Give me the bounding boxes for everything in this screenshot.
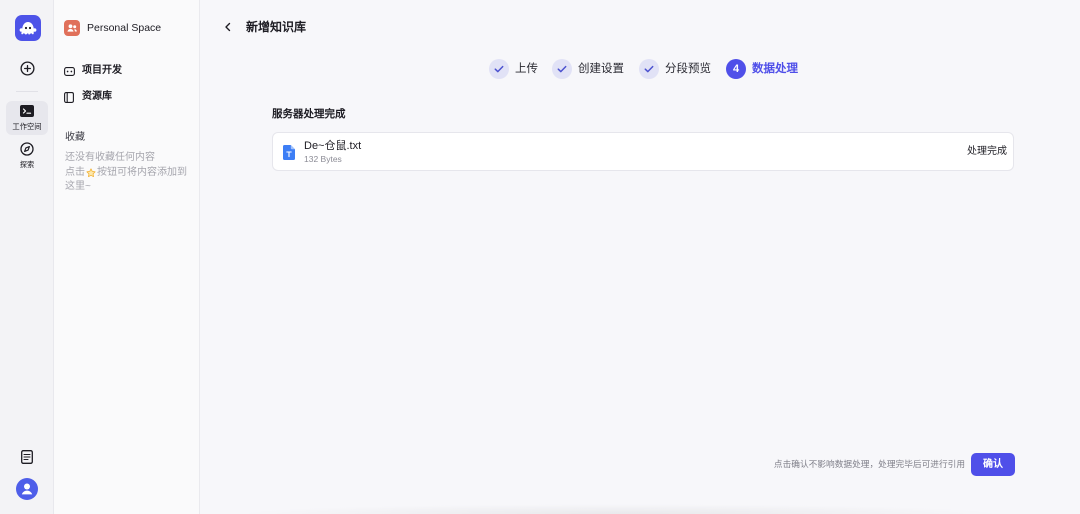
docs-button[interactable] bbox=[19, 449, 35, 465]
rail-item-explore[interactable]: 探索 bbox=[6, 139, 48, 173]
rail-item-workspace[interactable]: 工作空间 bbox=[6, 101, 48, 135]
txt-file-icon bbox=[283, 145, 295, 160]
user-avatar-icon[interactable] bbox=[16, 478, 38, 500]
processing-status-title: 服务器处理完成 bbox=[272, 108, 346, 120]
space-sidebar: Personal Space 项目开发 资源库 收藏 还没有收藏任何内容 点击 … bbox=[54, 0, 200, 514]
terminal-icon bbox=[6, 104, 48, 118]
gamepad-icon bbox=[63, 61, 75, 81]
file-size: 132 Bytes bbox=[304, 154, 342, 164]
global-nav-rail: 工作空间 探索 bbox=[0, 0, 54, 514]
confirm-button[interactable]: 确认 bbox=[971, 453, 1015, 476]
favorites-hint-after: 按钮可将内容添加到 bbox=[97, 166, 187, 178]
rail-item-label: 工作空间 bbox=[12, 122, 42, 131]
bottom-scroll-shadow bbox=[230, 504, 1010, 514]
step-check-icon bbox=[552, 59, 572, 79]
space-name: Personal Space bbox=[87, 22, 162, 34]
team-icon bbox=[64, 20, 80, 36]
step-create-settings: 创建设置 bbox=[552, 59, 624, 79]
sidebar-item-label: 项目开发 bbox=[82, 65, 122, 76]
create-button[interactable] bbox=[18, 59, 36, 77]
file-row: De~仓鼠.txt 132 Bytes 处理完成 bbox=[272, 132, 1014, 171]
confirm-hint: 点击确认不影响数据处理，处理完毕后可进行引用 bbox=[773, 459, 965, 469]
step-data-processing: 4 数据处理 bbox=[726, 59, 798, 79]
compass-icon bbox=[6, 142, 48, 156]
step-check-icon bbox=[489, 59, 509, 79]
favorites-heading: 收藏 bbox=[65, 132, 85, 143]
favorites-empty-text: 还没有收藏任何内容 bbox=[65, 152, 155, 163]
rail-item-label: 探索 bbox=[19, 160, 35, 169]
file-status: 处理完成 bbox=[967, 146, 1007, 157]
star-icon bbox=[86, 168, 96, 178]
favorites-empty-state: 还没有收藏任何内容 点击 按钮可将内容添加到 这里~ bbox=[65, 151, 197, 195]
step-label: 分段预览 bbox=[665, 63, 711, 75]
favorites-hint-before: 点击 bbox=[65, 166, 85, 178]
knowledge-create-page: 工作空间 探索 Personal Space 项目开发 资源库 收藏 还没有收藏… bbox=[0, 0, 1080, 514]
back-button[interactable] bbox=[220, 19, 236, 35]
library-icon bbox=[63, 87, 75, 107]
document-icon bbox=[21, 450, 33, 464]
plus-circle-icon bbox=[19, 60, 35, 76]
step-segment-preview: 分段预览 bbox=[639, 59, 711, 79]
favorites-hint-end: 这里~ bbox=[65, 181, 91, 192]
step-upload: 上传 bbox=[489, 59, 538, 79]
step-label: 上传 bbox=[515, 63, 538, 75]
favorites-hint-line: 点击 按钮可将内容添加到 bbox=[65, 166, 197, 181]
step-label: 数据处理 bbox=[752, 63, 798, 75]
file-name: De~仓鼠.txt bbox=[304, 140, 362, 152]
step-number-badge: 4 bbox=[726, 59, 746, 79]
space-switcher[interactable]: Personal Space bbox=[60, 16, 193, 40]
sidebar-item-project-development[interactable]: 项目开发 bbox=[58, 61, 193, 81]
step-check-icon bbox=[639, 59, 659, 79]
chevron-left-icon bbox=[224, 22, 232, 32]
page-title: 新增知识库 bbox=[246, 20, 307, 34]
rail-divider bbox=[16, 91, 38, 92]
sidebar-item-label: 资源库 bbox=[82, 91, 112, 102]
sidebar-item-library[interactable]: 资源库 bbox=[58, 87, 193, 107]
step-label: 创建设置 bbox=[578, 63, 624, 75]
main-content: 新增知识库 上传 创建设置 分段预览 4 数据处理 服务器处理完成 De~仓鼠.… bbox=[200, 0, 1080, 514]
app-logo-icon[interactable] bbox=[15, 15, 41, 41]
